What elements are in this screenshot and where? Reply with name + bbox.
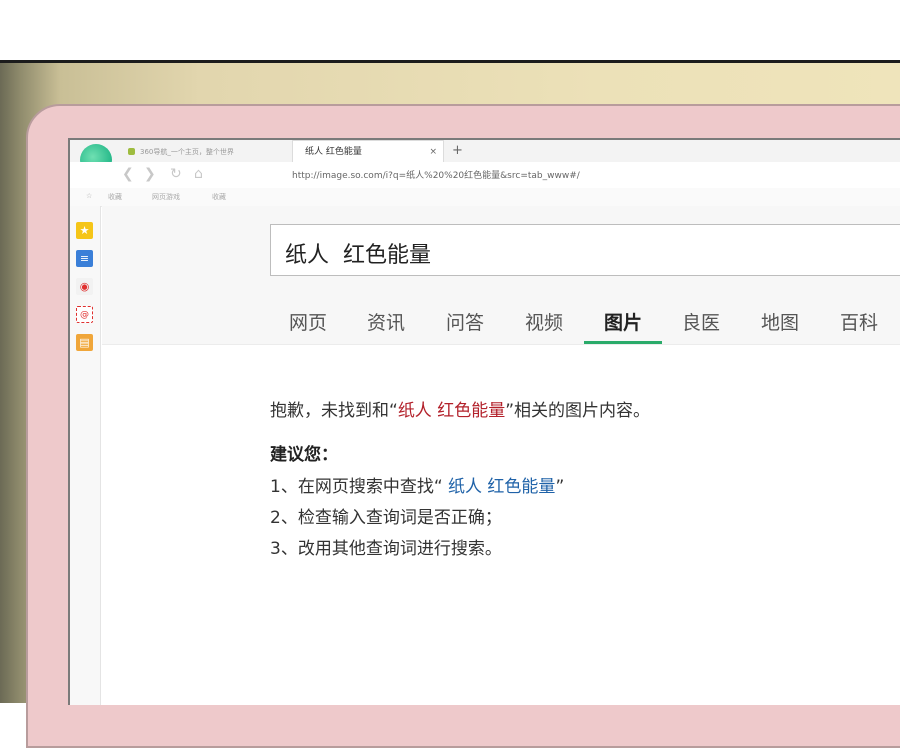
tab-label: 360导航_一个主页，整个世界 — [140, 148, 234, 156]
tab-webpage[interactable]: 网页 — [289, 308, 327, 344]
tab-qa[interactable]: 问答 — [446, 308, 484, 344]
refresh-icon[interactable]: ↻ — [170, 166, 182, 182]
nav-bar: ❮ ❯ ↻ ⌂ http://image.so.com/i?q=纸人%20%20… — [70, 162, 900, 189]
tab-doctor[interactable]: 良医 — [682, 308, 720, 344]
comic-top-margin — [0, 0, 900, 60]
close-tab-icon[interactable]: × — [429, 141, 437, 163]
tab-encyclopedia[interactable]: 百科 — [840, 308, 878, 344]
bookmark-item[interactable]: 网页游戏 — [152, 192, 180, 202]
active-tab-indicator — [584, 341, 662, 344]
forward-arrow-icon[interactable]: ❯ — [144, 166, 156, 182]
favorites-star-icon[interactable]: ★ — [76, 222, 93, 239]
bookmark-item[interactable]: 收藏 — [108, 192, 122, 202]
address-bar[interactable]: http://image.so.com/i?q=纸人%20%20红色能量&src… — [292, 168, 580, 181]
tab-label: 纸人 红色能量 — [305, 147, 362, 157]
tab-favicon-icon — [128, 148, 135, 155]
weibo-icon[interactable]: ◉ — [76, 278, 93, 295]
suggestion-item: 2、检查输入查询词是否正确； — [270, 508, 502, 528]
back-arrow-icon[interactable]: ❮ — [122, 166, 134, 182]
web-search-link[interactable]: 纸人 红色能量 — [448, 477, 555, 497]
notebook-icon[interactable]: ▤ — [76, 334, 93, 351]
home-icon[interactable]: ⌂ — [194, 166, 203, 182]
browser-window: 360导航_一个主页，整个世界 纸人 红色能量 × + ❮ ❯ ↻ ⌂ http… — [68, 138, 900, 705]
left-sidebar: ★ ≡ ◉ @ ▤ — [70, 206, 101, 705]
message-text: ”相关的图片内容。 — [505, 401, 651, 421]
suggestion-text: 1、在网页搜索中查找“ — [270, 477, 449, 497]
bookmark-item[interactable]: 收藏 — [212, 192, 226, 202]
email-icon[interactable]: @ — [76, 306, 93, 323]
tab-video[interactable]: 视频 — [525, 308, 563, 344]
tab-image-search[interactable]: 纸人 红色能量 × — [292, 140, 444, 163]
new-tab-button[interactable]: + — [452, 140, 463, 162]
no-results-message: 抱歉，未找到和“纸人 红色能量”相关的图片内容。 — [270, 396, 650, 421]
tab-360-home[interactable]: 360导航_一个主页，整个世界 — [126, 143, 286, 161]
tab-bar: 360导航_一个主页，整个世界 纸人 红色能量 × + — [70, 140, 900, 163]
suggestions-heading: 建议您： — [270, 445, 338, 465]
message-text: 抱歉，未找到和“ — [270, 401, 398, 421]
suggestion-item: 1、在网页搜索中查找“ 纸人 红色能量” — [270, 472, 564, 497]
search-input[interactable]: 纸人 红色能量 — [270, 224, 900, 276]
bookmarks-bar: ☆ 收藏 网页游戏 收藏 — [70, 188, 900, 207]
news-icon[interactable]: ≡ — [76, 250, 93, 267]
suggestion-item: 3、改用其他查询词进行搜索。 — [270, 539, 502, 559]
tab-images[interactable]: 图片 — [604, 308, 642, 344]
tab-map[interactable]: 地图 — [761, 308, 799, 344]
star-icon: ☆ — [86, 192, 93, 200]
suggestion-text: ” — [555, 477, 565, 497]
search-query-text: 纸人 红色能量 — [285, 243, 431, 268]
tab-news[interactable]: 资讯 — [367, 308, 405, 344]
query-keyword: 纸人 红色能量 — [397, 401, 506, 421]
